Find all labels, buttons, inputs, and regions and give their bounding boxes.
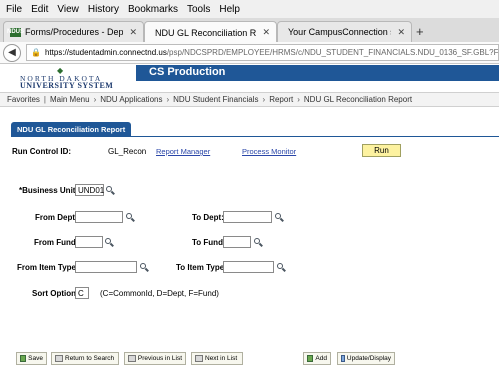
return-to-search-label: Return to Search: [65, 355, 115, 362]
url-path: /psp/NDCSPRD/EMPLOYEE/HRMS/c/NDU_STUDENT…: [166, 48, 499, 57]
business-unit-label: *Business Unit:: [19, 186, 79, 195]
chevron-right-icon: ›: [297, 95, 300, 104]
next-in-list-label: Next in List: [205, 355, 238, 362]
breadcrumb-main-menu[interactable]: Main Menu: [50, 95, 90, 104]
from-fund-label: From Fund:: [34, 238, 79, 247]
update-display-label: Update/Display: [346, 355, 391, 362]
url-host: https://studentadmin.connectnd.us: [44, 48, 167, 57]
run-control-value: GL_Recon: [108, 147, 147, 156]
breadcrumb-ndu-student-financials[interactable]: NDU Student Financials: [173, 95, 258, 104]
menu-tools[interactable]: Tools: [187, 4, 210, 15]
page-tab[interactable]: NDU GL Reconciliation Report: [11, 122, 132, 136]
menu-edit[interactable]: Edit: [31, 4, 48, 15]
close-tab-icon[interactable]: ✕: [262, 27, 270, 38]
breadcrumb: Favorites | Main Menu › NDU Applications › …: [0, 92, 499, 107]
to-dept-input[interactable]: [223, 211, 272, 223]
menu-history[interactable]: History: [88, 4, 119, 15]
breadcrumb-report[interactable]: Report: [269, 95, 293, 104]
browser-tabbar: NDUS Forms/Procedures - Depart... ✕ NDU …: [0, 18, 499, 43]
url-field[interactable]: 🔒 https://studentadmin.connectnd.us/psp/…: [26, 44, 499, 61]
tab-forms-procedures[interactable]: NDUS Forms/Procedures - Depart... ✕: [3, 21, 144, 42]
from-item-type-input[interactable]: [75, 261, 137, 273]
browser-menubar: File Edit View History Bookmarks Tools H…: [0, 0, 499, 18]
ndus-logo: ◆ NORTH DAKOTA UNIVERSITY SYSTEM: [17, 66, 135, 90]
tab-campusconnection-session[interactable]: Your CampusConnection sessi... ✕: [277, 21, 412, 42]
from-dept-input[interactable]: [75, 211, 123, 223]
from-item-type-label: From Item Type:: [17, 263, 79, 272]
lock-icon: 🔒: [31, 48, 41, 57]
close-tab-icon[interactable]: ✕: [397, 27, 405, 38]
page-header: ◆ NORTH DAKOTA UNIVERSITY SYSTEM CS Prod…: [0, 64, 499, 92]
tab-title: Forms/Procedures - Depart...: [25, 27, 124, 37]
breadcrumb-current-page: NDU GL Reconciliation Report: [303, 95, 413, 104]
add-button[interactable]: Add: [303, 352, 331, 365]
up-arrow-icon: [128, 355, 136, 362]
save-label: Save: [28, 355, 43, 362]
close-tab-icon[interactable]: ✕: [129, 27, 137, 38]
previous-in-list-button[interactable]: Previous in List: [124, 352, 186, 365]
back-arrow-icon: ◀: [8, 47, 16, 58]
chevron-right-icon: ›: [166, 95, 170, 104]
save-button[interactable]: Save: [16, 352, 47, 365]
next-in-list-button[interactable]: Next in List: [191, 352, 243, 365]
process-monitor-link[interactable]: Process Monitor: [242, 147, 296, 156]
environment-title: CS Production: [149, 66, 226, 78]
breadcrumb-favorites[interactable]: Favorites: [7, 95, 40, 104]
menu-bookmarks[interactable]: Bookmarks: [128, 4, 178, 15]
to-dept-label: To Dept:: [192, 213, 224, 222]
from-dept-lookup-icon[interactable]: [126, 213, 135, 222]
breadcrumb-ndu-applications[interactable]: NDU Applications: [100, 95, 162, 104]
search-icon: [55, 355, 63, 362]
chevron-right-icon: ›: [93, 95, 97, 104]
sort-option-label: Sort Option:: [32, 289, 79, 298]
tab-title: Your CampusConnection sessi...: [288, 27, 391, 37]
browser-address-bar: ◀ 🔒 https://studentadmin.connectnd.us/ps…: [0, 42, 499, 64]
from-fund-lookup-icon[interactable]: [105, 238, 114, 247]
to-fund-label: To Fund:: [192, 238, 226, 247]
report-manager-link[interactable]: Report Manager: [156, 147, 210, 156]
new-tab-button[interactable]: +: [416, 24, 424, 39]
add-label: Add: [315, 355, 327, 362]
menu-help[interactable]: Help: [219, 4, 240, 15]
to-fund-input[interactable]: [223, 236, 251, 248]
to-fund-lookup-icon[interactable]: [254, 238, 263, 247]
business-unit-lookup-icon[interactable]: [106, 186, 115, 195]
back-button[interactable]: ◀: [3, 43, 21, 62]
business-unit-input[interactable]: UND01: [75, 184, 104, 196]
to-item-type-input[interactable]: [223, 261, 274, 273]
save-icon: [20, 355, 27, 362]
tab-ndu-gl-reconciliation[interactable]: NDU GL Reconciliation Report ✕: [144, 21, 277, 43]
run-control-label: Run Control ID:: [12, 147, 72, 156]
sort-option-input[interactable]: C: [75, 287, 89, 299]
ndus-favicon-icon: NDUS: [7, 27, 25, 37]
down-arrow-icon: [195, 355, 203, 362]
to-dept-lookup-icon[interactable]: [275, 213, 284, 222]
add-icon: [307, 355, 314, 362]
run-button[interactable]: Run: [362, 144, 401, 157]
menu-file[interactable]: File: [6, 4, 22, 15]
to-item-type-label: To Item Type:: [176, 263, 227, 272]
tab-title: NDU GL Reconciliation Report: [155, 27, 257, 38]
update-display-icon: [341, 355, 345, 362]
from-fund-input[interactable]: [75, 236, 103, 248]
sort-option-hint: (C=CommonId, D=Dept, F=Fund): [100, 289, 219, 298]
page-tab-underline: [11, 136, 499, 137]
previous-in-list-label: Previous in List: [137, 355, 182, 362]
from-item-type-lookup-icon[interactable]: [140, 263, 149, 272]
to-item-type-lookup-icon[interactable]: [277, 263, 286, 272]
chevron-right-icon: ›: [262, 95, 266, 104]
return-to-search-button[interactable]: Return to Search: [51, 352, 119, 365]
logo-line2: UNIVERSITY SYSTEM: [20, 81, 114, 90]
from-dept-label: From Dept:: [35, 213, 78, 222]
separator-icon: |: [43, 95, 46, 104]
update-display-button[interactable]: Update/Display: [337, 352, 395, 365]
environment-banner: CS Production: [136, 65, 499, 81]
menu-view[interactable]: View: [57, 4, 79, 15]
